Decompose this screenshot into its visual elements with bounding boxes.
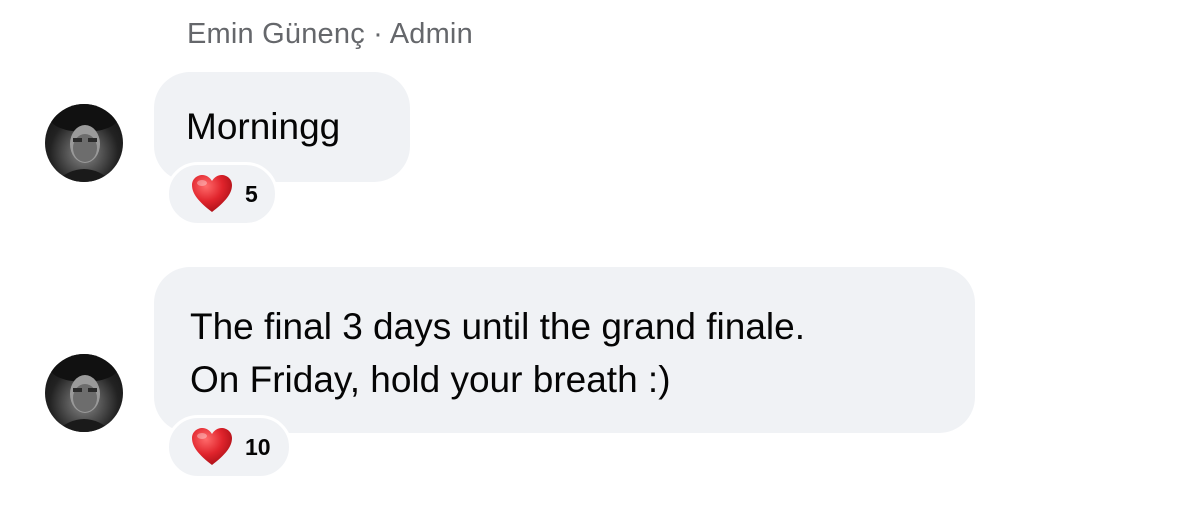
message-text-line-2: On Friday, hold your breath :) [190,359,671,400]
reaction-badge[interactable]: 5 [166,162,278,226]
avatar[interactable] [45,354,123,432]
message-text-line-1: The final 3 days until the grand finale. [190,306,805,347]
sender-name[interactable]: Emin Günenç [187,18,365,50]
heart-icon [192,175,232,212]
reaction-count: 10 [245,433,271,460]
sender-separator: · [373,18,384,50]
reaction-badge[interactable]: 10 [166,415,292,479]
sender-header: Emin Günenç · Admin [187,18,473,51]
sender-role: Admin [389,18,473,50]
reaction-count: 5 [245,180,258,207]
avatar[interactable] [45,104,123,182]
heart-icon [192,428,232,465]
message-bubble[interactable]: The final 3 days until the grand finale.… [154,267,975,433]
message-text: Morningg [186,106,341,147]
